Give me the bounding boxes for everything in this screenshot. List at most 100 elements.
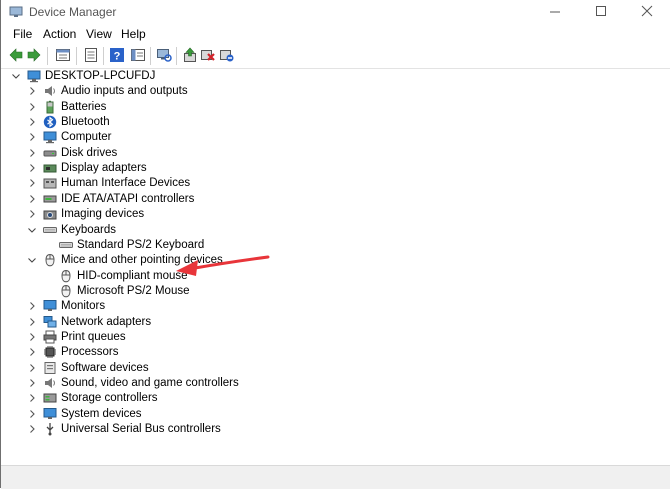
tree-item-label: Disk drives [61, 146, 118, 159]
device-tree: DESKTOP-LPCUFDJ Audio inputs and outputs B… [1, 69, 670, 464]
forward-icon[interactable] [26, 47, 42, 63]
tree-item-storage-controllers[interactable]: Storage controllers [1, 391, 601, 406]
keyboard-icon [59, 241, 73, 248]
chevron-right-icon[interactable] [27, 209, 37, 219]
chevron-down-icon[interactable] [11, 71, 21, 81]
svg-text:?: ? [114, 51, 121, 63]
tree-item-label: Network adapters [61, 315, 152, 328]
tree-child-hid-compliant-mouse[interactable]: HID-compliant mouse [1, 269, 601, 284]
tree-item-label: Batteries [61, 100, 107, 113]
tree-item-label: HID-compliant mouse [77, 269, 188, 282]
chevron-down-icon[interactable] [27, 255, 37, 265]
tree-item-audio-inputs-and-outputs[interactable]: Audio inputs and outputs [1, 84, 601, 99]
tree-root-computer[interactable]: DESKTOP-LPCUFDJ [1, 69, 601, 84]
tree-item-label: Mice and other pointing devices [61, 254, 223, 267]
disable-icon[interactable] [219, 47, 235, 63]
tree-item-label: Display adapters [61, 162, 147, 175]
menu-action[interactable]: Action [43, 27, 76, 41]
menu-view[interactable]: View [86, 27, 112, 41]
chevron-right-icon[interactable] [27, 194, 37, 204]
title-bar: Device Manager [1, 0, 670, 24]
tree-item-mice-and-other-pointing-devices[interactable]: Mice and other pointing devices [1, 253, 601, 268]
tree-item-human-interface-devices[interactable]: Human Interface Devices [1, 176, 601, 191]
tree-item-batteries[interactable]: Batteries [1, 100, 601, 115]
tree-child-standard-ps-2-keyboard[interactable]: Standard PS/2 Keyboard [1, 238, 601, 253]
tree-item-label: Microsoft PS/2 Mouse [77, 284, 190, 297]
tree-item-print-queues[interactable]: Print queues [1, 330, 601, 345]
tree-item-label: DESKTOP-LPCUFDJ [45, 70, 156, 82]
chevron-right-icon[interactable] [27, 301, 37, 311]
sound-icon [45, 378, 55, 388]
menu-file[interactable]: File [13, 27, 32, 41]
chevron-right-icon[interactable] [27, 347, 37, 357]
tree-item-computer[interactable]: Computer [1, 130, 601, 145]
tree-item-system-devices[interactable]: System devices [1, 407, 601, 422]
chevron-right-icon[interactable] [27, 409, 37, 419]
tree-item-label: Storage controllers [61, 392, 158, 405]
disk-icon [43, 150, 57, 157]
tree-child-microsoft-ps-2-mouse[interactable]: Microsoft PS/2 Mouse [1, 284, 601, 299]
show-hidden-icon[interactable] [83, 47, 99, 63]
tree-item-monitors[interactable]: Monitors [1, 299, 601, 314]
chevron-right-icon[interactable] [27, 102, 37, 112]
status-bar [1, 465, 670, 489]
tree-item-display-adapters[interactable]: Display adapters [1, 161, 601, 176]
chevron-right-icon[interactable] [27, 178, 37, 188]
tree-item-label: Software devices [61, 361, 149, 374]
scan-hardware-icon[interactable] [156, 47, 172, 63]
hid-icon [43, 178, 57, 189]
chevron-right-icon[interactable] [27, 86, 37, 96]
tree-item-universal-serial-bus-controllers[interactable]: Universal Serial Bus controllers [1, 422, 601, 437]
chevron-right-icon[interactable] [27, 132, 37, 142]
tree-item-label: Monitors [61, 300, 106, 313]
software-icon [44, 361, 56, 374]
tree-item-bluetooth[interactable]: Bluetooth [1, 115, 601, 130]
ide-icon [43, 195, 57, 203]
chevron-right-icon[interactable] [27, 163, 37, 173]
tree-item-sound-video-and-game-controllers[interactable]: Sound, video and game controllers [1, 376, 601, 391]
tree-item-label: Universal Serial Bus controllers [61, 423, 221, 436]
back-icon[interactable] [8, 47, 24, 63]
tree-item-label: Computer [61, 131, 112, 144]
chevron-right-icon[interactable] [27, 332, 37, 342]
chevron-right-icon[interactable] [27, 317, 37, 327]
network-icon [43, 315, 57, 328]
menu-bar: File Action View Help [1, 24, 670, 44]
maximize-button[interactable] [578, 0, 624, 24]
help-icon[interactable]: ? [109, 47, 125, 63]
tree-item-ide-ata-atapi-controllers[interactable]: IDE ATA/ATAPI controllers [1, 192, 601, 207]
properties-icon[interactable] [55, 47, 71, 63]
tree-item-network-adapters[interactable]: Network adapters [1, 315, 601, 330]
printer-icon [43, 330, 57, 344]
tree-item-keyboards[interactable]: Keyboards [1, 223, 601, 238]
toolbar-separator [176, 47, 177, 65]
close-button[interactable] [624, 0, 670, 24]
tree-item-label: Print queues [61, 330, 126, 343]
tree-item-disk-drives[interactable]: Disk drives [1, 146, 601, 161]
tree-item-label: Human Interface Devices [61, 177, 191, 190]
chevron-right-icon[interactable] [27, 424, 37, 434]
tree-item-software-devices[interactable]: Software devices [1, 361, 601, 376]
chevron-right-icon[interactable] [27, 393, 37, 403]
tree-item-imaging-devices[interactable]: Imaging devices [1, 207, 601, 222]
minimize-button[interactable] [532, 0, 578, 24]
toolbar-separator [103, 47, 104, 65]
tree-item-processors[interactable]: Processors [1, 345, 601, 360]
device-manager-app-icon [9, 6, 23, 17]
tree-item-label: Imaging devices [61, 208, 145, 221]
processor-icon [44, 346, 56, 359]
chevron-right-icon[interactable] [27, 148, 37, 158]
chevron-right-icon[interactable] [27, 378, 37, 388]
chevron-down-icon[interactable] [27, 225, 37, 235]
system-icon [43, 407, 57, 419]
chevron-right-icon[interactable] [27, 363, 37, 373]
update-driver-icon[interactable] [182, 47, 198, 63]
mouse-icon [61, 284, 71, 298]
menu-help[interactable]: Help [121, 27, 146, 41]
monitor-icon [43, 300, 57, 312]
chevron-right-icon[interactable] [27, 117, 37, 127]
uninstall-icon[interactable] [200, 47, 216, 63]
mouse-icon [61, 269, 71, 282]
tree-item-label: Audio inputs and outputs [61, 85, 188, 98]
show-console-icon[interactable] [130, 47, 146, 63]
